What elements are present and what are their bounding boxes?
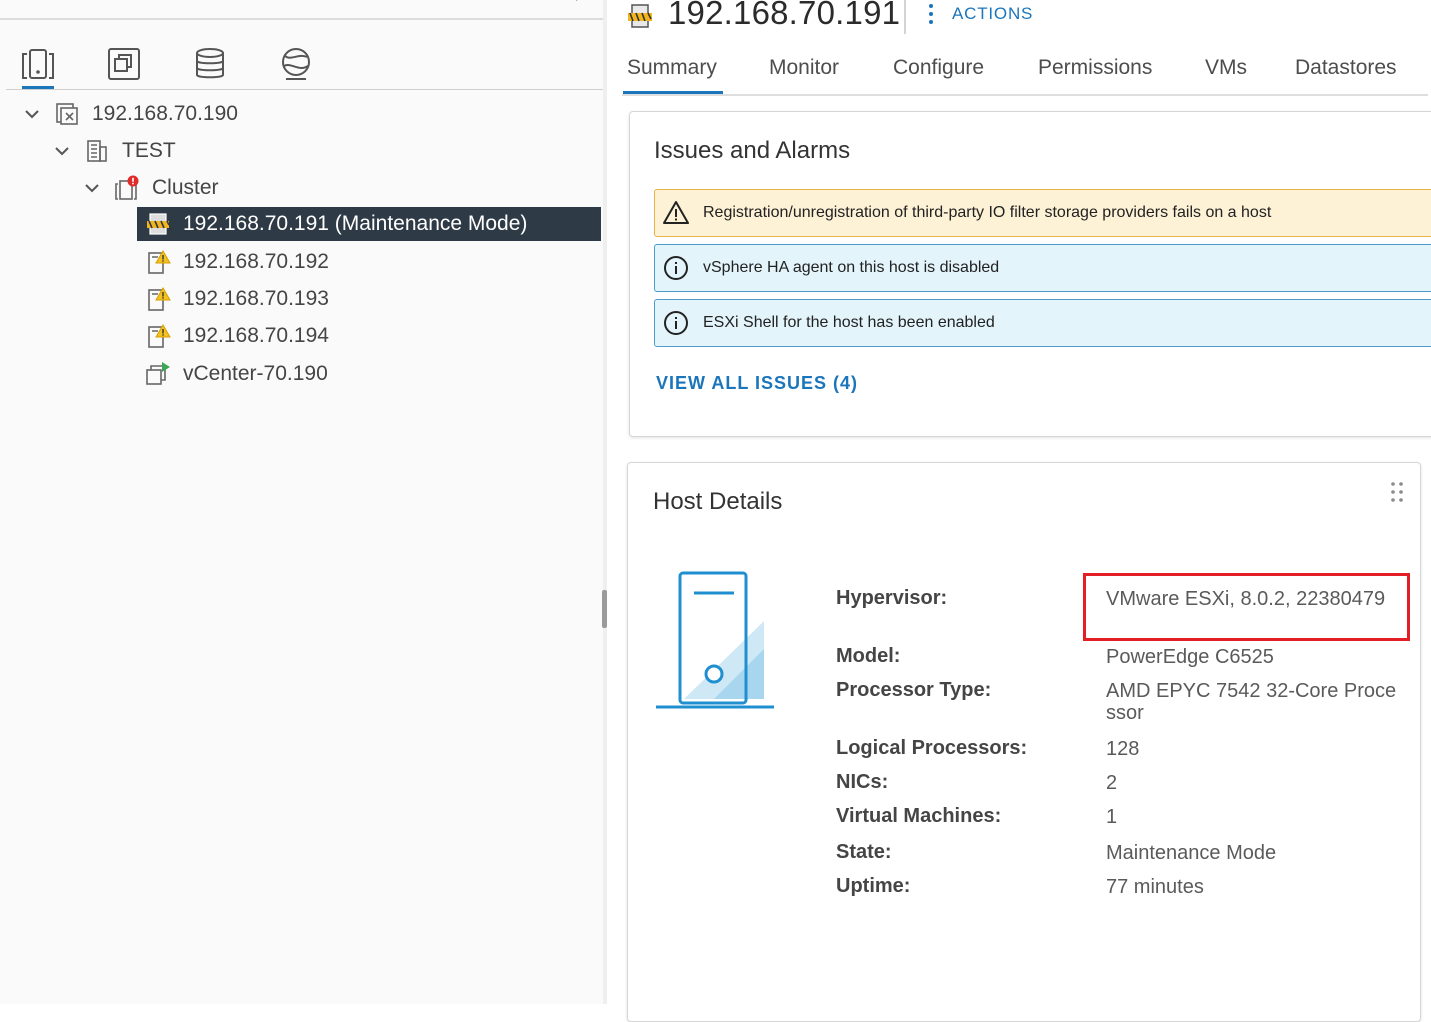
storage-icon [196,48,224,79]
chevron-down-icon[interactable] [24,106,40,122]
view-all-issues-link[interactable]: VIEW ALL ISSUES (4) [656,373,858,394]
cluster-alert-icon [114,175,140,201]
tab-datastores[interactable]: Datastores [1295,56,1397,80]
vm-running-icon [145,361,171,387]
alert-text: ESXi Shell for the host has been enabled [703,314,995,331]
tab-summary[interactable]: Summary [623,56,723,95]
tree-node-label: Cluster [152,176,219,199]
detail-label-state: State: [836,841,892,863]
view-tabs-divider [6,89,603,90]
tree-node-label: 192.168.70.192 [183,250,329,273]
detail-label-model: Model: [836,645,901,667]
tab-vms[interactable]: VMs [1205,56,1247,80]
detail-label-uptime: Uptime: [836,875,911,897]
alert-warning: Registration/unregistration of third-par… [654,189,1431,237]
networking-icon [282,48,310,80]
tree-node-host[interactable]: 192.168.70.192 [145,245,329,279]
warning-triangle-icon [663,200,689,226]
tree-node-host-selected[interactable]: 192.168.70.191 (Maintenance Mode) [137,207,601,241]
host-warning-icon [145,249,171,275]
kebab-menu-icon [929,4,933,24]
tree-node-label: TEST [122,139,176,162]
view-tab-hosts-clusters[interactable] [18,44,58,90]
vcenter-icon [54,101,80,127]
tree-node-vm[interactable]: vCenter-70.190 [145,357,328,391]
detail-value-nics: 2 [1106,772,1118,794]
title-divider [904,0,906,34]
detail-value-processor-type: AMD EPYC 7542 32-Core Processor [1106,680,1397,724]
view-tab-networking[interactable] [276,44,316,84]
tree-node-label: vCenter-70.190 [183,362,328,385]
view-tab-storage[interactable] [190,44,230,84]
detail-value-virtual-machines: 1 [1106,806,1118,828]
tab-configure[interactable]: Configure [893,56,984,80]
tree-node-vcenter[interactable]: 192.168.70.190 [24,97,238,131]
alert-info: vSphere HA agent on this host is disable… [654,244,1431,292]
detail-label-hypervisor: Hypervisor: [836,587,948,609]
host-warning-icon [145,323,171,349]
navigator-pane: 192.168.70.190 TEST Cluster 192.168.70.1… [0,0,603,1004]
highlight-annotation [1083,573,1410,641]
host-server-illustration [656,571,774,709]
detail-label-logical-processors: Logical Processors: [836,737,1028,759]
tree-node-label: 192.168.70.194 [183,324,329,347]
host-maintenance-icon [628,4,652,28]
host-details-card: Host Details Hypervisor: VMware ESXi, 8.… [627,462,1421,1022]
page-title: 192.168.70.191 [668,0,901,31]
tree-node-cluster[interactable]: Cluster [84,171,219,205]
card-title: Issues and Alarms [654,137,851,164]
alert-text: Registration/unregistration of third-par… [703,204,1272,221]
info-circle-icon [663,255,689,281]
splitter-handle[interactable] [602,590,607,628]
tabs-divider [622,94,1428,96]
chevron-down-icon[interactable] [54,143,70,159]
detail-label-virtual-machines: Virtual Machines: [836,805,1002,827]
detail-value-model: PowerEdge C6525 [1106,646,1274,668]
detail-value-uptime: 77 minutes [1106,876,1204,898]
actions-button[interactable]: ACTIONS [928,2,1033,26]
host-maintenance-icon [145,211,171,237]
alert-text: vSphere HA agent on this host is disable… [703,259,1000,276]
drag-handle-icon[interactable] [1390,481,1404,503]
tree-node-host[interactable]: 192.168.70.194 [145,319,329,353]
detail-value-logical-processors: 128 [1106,738,1140,760]
card-title: Host Details [653,488,783,515]
tab-monitor[interactable]: Monitor [769,56,839,80]
tab-permissions[interactable]: Permissions [1038,56,1152,80]
detail-label-processor-type: Processor Type: [836,679,992,701]
hosts-clusters-icon [22,49,54,79]
host-warning-icon [145,286,171,312]
tree-node-host[interactable]: 192.168.70.193 [145,282,329,316]
issues-alarms-card: Issues and Alarms Registration/unregistr… [629,111,1431,437]
pane-splitter [603,0,607,1004]
chevron-down-icon[interactable] [84,180,100,196]
detail-value-state: Maintenance Mode [1106,842,1277,864]
navigator-top-divider [0,18,603,20]
alert-info: ESXi Shell for the host has been enabled [654,299,1431,347]
vms-templates-icon [108,48,140,80]
tree-node-datacenter[interactable]: TEST [54,134,176,168]
tree-node-label: 192.168.70.193 [183,287,329,310]
detail-label-nics: NICs: [836,771,889,793]
tree-node-label: 192.168.70.190 [92,102,238,125]
info-circle-icon [663,310,689,336]
collapse-navigator-icon[interactable] [570,0,590,8]
view-tab-vms-templates[interactable] [104,44,144,84]
datacenter-icon [84,138,110,164]
actions-label: ACTIONS [952,4,1034,23]
tree-node-label: 192.168.70.191 (Maintenance Mode) [183,212,528,235]
